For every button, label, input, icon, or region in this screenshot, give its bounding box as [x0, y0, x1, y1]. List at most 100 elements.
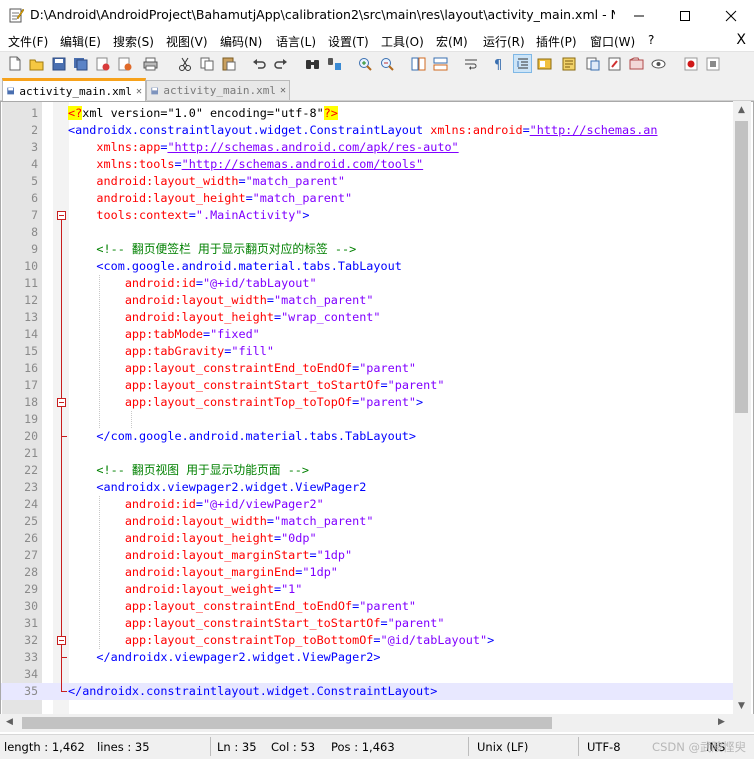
code-line[interactable]: 34: [1, 666, 736, 683]
scroll-right-icon[interactable]: ▶: [718, 717, 725, 727]
show-all-chars-icon[interactable]: ¶: [490, 55, 507, 72]
code-line[interactable]: 24 android:id="@+id/viewPager2": [1, 496, 736, 513]
menu-file[interactable]: 文件(F): [8, 33, 48, 50]
code-line[interactable]: 28 android:layout_marginEnd="1dp": [1, 564, 736, 581]
menu-macro[interactable]: 宏(M): [436, 33, 468, 50]
indent-guide-icon[interactable]: [513, 54, 532, 73]
sync-vertical-icon[interactable]: [410, 55, 427, 72]
menu-window[interactable]: 窗口(W): [590, 33, 635, 50]
tab-close-icon[interactable]: ✕: [136, 86, 142, 97]
code-line[interactable]: 12 android:layout_width="match_parent": [1, 292, 736, 309]
horizontal-scroll-thumb[interactable]: [22, 717, 552, 729]
code-line[interactable]: 26 android:layout_height="0dp": [1, 530, 736, 547]
menu-edit[interactable]: 编辑(E): [60, 33, 101, 50]
vertical-scroll-thumb[interactable]: [735, 121, 748, 413]
tab-activity-main-active[interactable]: activity_main.xml ✕: [2, 78, 146, 101]
code-line[interactable]: 32 app:layout_constraintTop_toBottomOf="…: [1, 632, 736, 649]
udl-icon[interactable]: [536, 55, 553, 72]
code-line[interactable]: 19: [1, 411, 736, 428]
fold-toggle-icon[interactable]: [57, 636, 66, 645]
find-icon[interactable]: [304, 55, 321, 72]
scroll-down-icon[interactable]: ▼: [738, 701, 745, 711]
new-file-icon[interactable]: [6, 55, 23, 72]
menu-view[interactable]: 视图(V): [166, 33, 208, 50]
code-line[interactable]: 17 app:layout_constraintStart_toStartOf=…: [1, 377, 736, 394]
menu-help[interactable]: ?: [648, 33, 654, 47]
scroll-left-icon[interactable]: ◀: [6, 717, 13, 727]
copy-icon[interactable]: [198, 55, 215, 72]
menu-run[interactable]: 运行(R): [483, 33, 525, 50]
code-line[interactable]: 13 android:layout_height="wrap_content": [1, 309, 736, 326]
code-line[interactable]: 10 <com.google.android.material.tabs.Tab…: [1, 258, 736, 275]
code-line[interactable]: 9 <!-- 翻页便签栏 用于显示翻页对应的标签 -->: [1, 241, 736, 258]
code-token: "http://schemas.android.com/tools": [181, 157, 424, 171]
replace-icon[interactable]: [326, 55, 343, 72]
menu-plugins[interactable]: 插件(P): [536, 33, 577, 50]
code-line[interactable]: 29 android:layout_weight="1": [1, 581, 736, 598]
print-icon[interactable]: [142, 55, 159, 72]
code-line[interactable]: 15 app:tabGravity="fill": [1, 343, 736, 360]
code-line[interactable]: 6 android:layout_height="match_parent": [1, 190, 736, 207]
code-line[interactable]: 16 app:layout_constraintEnd_toEndOf="par…: [1, 360, 736, 377]
vertical-scrollbar[interactable]: ▲ ▼: [733, 101, 751, 715]
save-icon[interactable]: [50, 55, 67, 72]
status-encoding[interactable]: UTF-8: [587, 740, 621, 754]
code-line[interactable]: 1 <?xml version="1.0" encoding="utf-8"?>: [1, 105, 736, 122]
close-document-button[interactable]: X: [736, 32, 746, 48]
fold-toggle-icon[interactable]: [57, 211, 66, 220]
zoom-in-icon[interactable]: [356, 55, 373, 72]
code-line[interactable]: 23 <androidx.viewpager2.widget.ViewPager…: [1, 479, 736, 496]
code-line[interactable]: 22 <!-- 翻页视图 用于显示功能页面 -->: [1, 462, 736, 479]
status-eol[interactable]: Unix (LF): [477, 740, 528, 754]
scroll-up-icon[interactable]: ▲: [738, 105, 745, 115]
code-line[interactable]: 2 <androidx.constraintlayout.widget.Const…: [1, 122, 736, 139]
tab-activity-main-inactive[interactable]: activity_main.xml ✕: [146, 80, 290, 100]
sync-horizontal-icon[interactable]: [432, 55, 449, 72]
code-line[interactable]: 18 app:layout_constraintTop_toTopOf="par…: [1, 394, 736, 411]
code-line[interactable]: 21: [1, 445, 736, 462]
code-line[interactable]: 27 android:layout_marginStart="1dp": [1, 547, 736, 564]
monitor-icon[interactable]: [650, 55, 667, 72]
menu-tools[interactable]: 工具(O): [381, 33, 424, 50]
close-window-button[interactable]: [708, 0, 754, 31]
menu-encoding[interactable]: 编码(N): [220, 33, 262, 50]
paste-icon[interactable]: [220, 55, 237, 72]
code-editor[interactable]: 1 <?xml version="1.0" encoding="utf-8"?> 2…: [0, 101, 754, 715]
code-line[interactable]: 35 </androidx.constraintlayout.widget.Con…: [1, 683, 736, 700]
menu-search[interactable]: 搜索(S): [113, 33, 154, 50]
code-line[interactable]: 5 android:layout_width="match_parent": [1, 173, 736, 190]
code-line[interactable]: 8: [1, 224, 736, 241]
cut-icon[interactable]: [176, 55, 193, 72]
function-list-icon[interactable]: [584, 55, 601, 72]
close-icon[interactable]: [94, 55, 111, 72]
code-line[interactable]: 33 </androidx.viewpager2.widget.ViewPage…: [1, 649, 736, 666]
code-line[interactable]: 25 android:layout_width="match_parent": [1, 513, 736, 530]
doc-map-icon[interactable]: [560, 55, 577, 72]
close-all-icon[interactable]: [116, 55, 133, 72]
code-line[interactable]: 31 app:layout_constraintStart_toStartOf=…: [1, 615, 736, 632]
horizontal-scrollbar[interactable]: ◀ ▶: [0, 714, 733, 732]
open-file-icon[interactable]: [28, 55, 45, 72]
fold-toggle-icon[interactable]: [57, 398, 66, 407]
code-line[interactable]: 14 app:tabMode="fixed": [1, 326, 736, 343]
undo-icon[interactable]: [250, 55, 267, 72]
record-macro-icon[interactable]: [682, 55, 699, 72]
save-all-icon[interactable]: [72, 55, 89, 72]
zoom-out-icon[interactable]: [378, 55, 395, 72]
doc-list-icon[interactable]: [628, 55, 645, 72]
minimize-button[interactable]: [616, 0, 662, 31]
code-line[interactable]: 20 </com.google.android.material.tabs.Ta…: [1, 428, 736, 445]
menu-language[interactable]: 语言(L): [276, 33, 316, 50]
maximize-button[interactable]: [662, 0, 708, 31]
word-wrap-icon[interactable]: [462, 55, 479, 72]
code-line[interactable]: 7 tools:context=".MainActivity">: [1, 207, 736, 224]
menu-settings[interactable]: 设置(T): [328, 33, 369, 50]
code-line[interactable]: 3 xmlns:app="http://schemas.android.com/…: [1, 139, 736, 156]
code-line[interactable]: 30 app:layout_constraintEnd_toEndOf="par…: [1, 598, 736, 615]
code-line[interactable]: 11 android:id="@+id/tabLayout": [1, 275, 736, 292]
code-line[interactable]: 4 xmlns:tools="http://schemas.android.co…: [1, 156, 736, 173]
tab-close-icon[interactable]: ✕: [280, 85, 286, 96]
stop-record-icon[interactable]: [704, 55, 721, 72]
redo-icon[interactable]: [272, 55, 289, 72]
folder-workspace-icon[interactable]: [606, 55, 623, 72]
